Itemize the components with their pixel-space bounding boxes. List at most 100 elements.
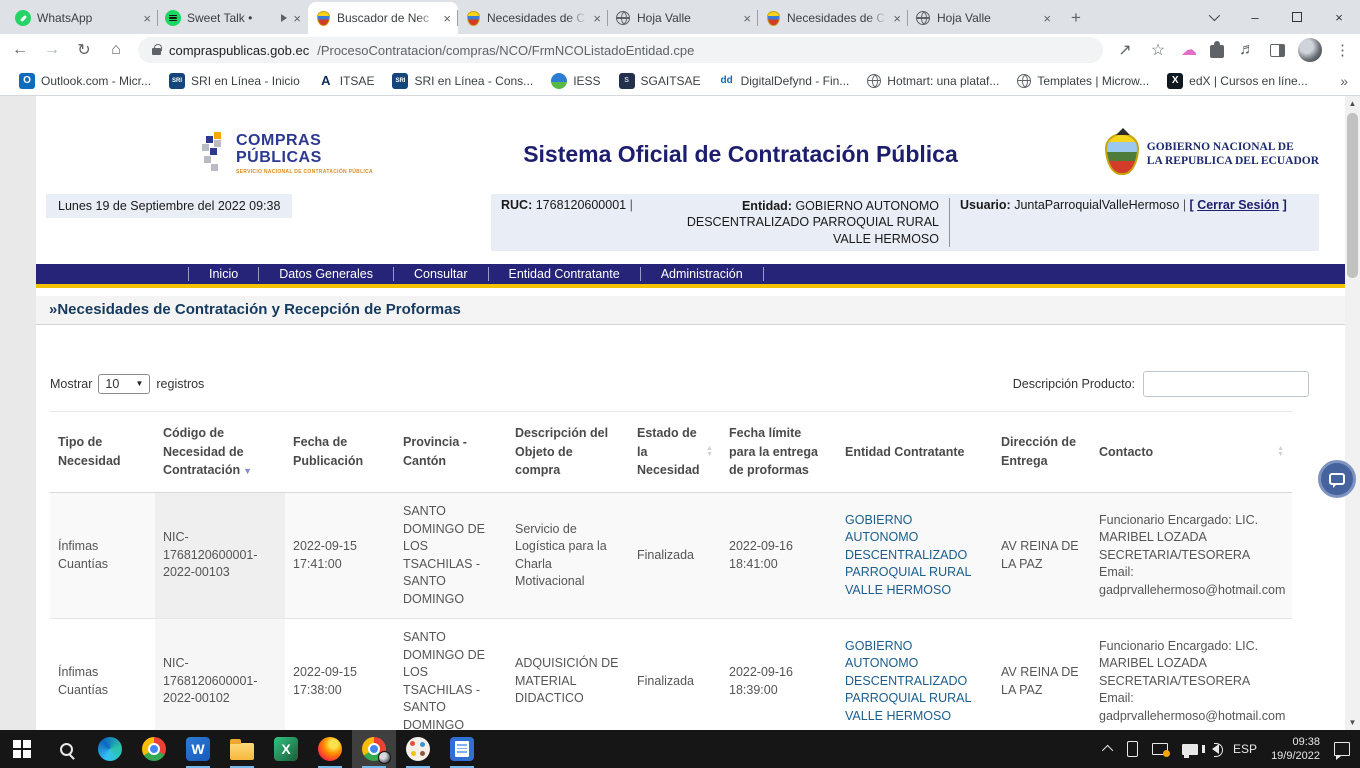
profile-avatar[interactable] [1298, 38, 1322, 62]
bookmark-sgaitsae[interactable]: SSGAITSAE [612, 70, 708, 92]
taskbar-word[interactable]: W [176, 730, 220, 768]
close-icon[interactable]: × [293, 11, 301, 26]
entity-link[interactable]: GOBIERNO AUTONOMO DESCENTRALIZADO PARROQ… [845, 513, 971, 597]
nav-item-entidad-contratante[interactable]: Entidad Contratante [489, 267, 641, 281]
col-contacto[interactable]: Contacto▲▼ [1091, 411, 1292, 492]
media-controls-icon[interactable]: ♬ [1237, 41, 1257, 59]
bookmark-sri-consultas[interactable]: SRISRI en Línea - Cons... [385, 70, 540, 92]
col-fecha-publicacion[interactable]: Fecha de Publicación [285, 411, 395, 492]
taskbar-document-app[interactable] [440, 730, 484, 768]
col-codigo[interactable]: Código de Necesidad de Contratación▼ [155, 411, 285, 492]
taskbar-excel[interactable]: X [264, 730, 308, 768]
col-fecha-limite[interactable]: Fecha límite para la entrega de proforma… [721, 411, 837, 492]
audio-playing-icon [281, 14, 287, 22]
table-header-row: Tipo de Necesidad Código de Necesidad de… [50, 411, 1292, 492]
col-estado-necesidad[interactable]: Estado de la Necesidad▲▼ [629, 411, 721, 492]
col-entidad-contratante[interactable]: Entidad Contratante [837, 411, 993, 492]
tab-hoja-valle-1[interactable]: Hoja Valle × [608, 2, 758, 34]
taskbar-file-explorer[interactable] [220, 730, 264, 768]
action-center-icon[interactable] [1334, 742, 1350, 756]
taskbar-edge[interactable] [88, 730, 132, 768]
product-description-input[interactable] [1143, 371, 1309, 397]
forward-button[interactable]: → [42, 41, 62, 59]
taskbar-paint[interactable] [396, 730, 440, 768]
tab-search-button[interactable] [1192, 0, 1234, 34]
browser-menu-icon[interactable]: ⋮ [1335, 41, 1350, 59]
col-descripcion-objeto[interactable]: Descripción del Objeto de compra [507, 411, 629, 492]
close-icon[interactable]: × [893, 11, 901, 26]
cell-fecha-pub: 2022-09-15 17:41:00 [285, 493, 395, 619]
refresh-button[interactable]: ↻ [74, 40, 94, 60]
close-icon[interactable]: × [1043, 11, 1051, 26]
extension-cloud-icon[interactable]: ☁ [1181, 40, 1197, 60]
bookmark-edx[interactable]: XedX | Cursos en líne... [1160, 70, 1315, 92]
bookmark-star-icon[interactable]: ☆ [1148, 40, 1168, 60]
phone-link-icon[interactable] [1127, 741, 1138, 757]
taskbar-firefox[interactable] [308, 730, 352, 768]
nav-item-administracion[interactable]: Administración [641, 267, 764, 281]
maximize-button[interactable] [1276, 0, 1318, 34]
share-icon[interactable]: ↗ [1115, 40, 1135, 60]
help-widget-button[interactable] [1318, 460, 1356, 498]
col-tipo-necesidad[interactable]: Tipo de Necesidad [50, 411, 155, 492]
language-indicator[interactable]: ESP [1233, 742, 1257, 756]
bookmark-sri-inicio[interactable]: SRISRI en Línea - Inicio [162, 70, 307, 92]
screen-cast-icon[interactable] [1152, 743, 1168, 755]
taskbar-chrome[interactable] [132, 730, 176, 768]
col-direccion-entrega[interactable]: Dirección de Entrega [993, 411, 1091, 492]
back-button[interactable]: ← [10, 41, 30, 59]
taskbar-search-button[interactable] [44, 730, 88, 768]
close-icon[interactable]: × [593, 11, 601, 26]
nav-item-datos-generales[interactable]: Datos Generales [259, 267, 394, 281]
bookmark-iess[interactable]: IESS [544, 70, 607, 92]
tab-spotify[interactable]: Sweet Talk • × [158, 2, 308, 34]
bookmark-digitaldefynd[interactable]: ddDigitalDefynd - Fin... [712, 70, 857, 92]
tray-expand-icon[interactable] [1102, 745, 1113, 756]
col-provincia-canton[interactable]: Provincia - Cantón [395, 411, 507, 492]
home-button[interactable]: ⌂ [106, 41, 126, 59]
tab-hoja-valle-2[interactable]: Hoja Valle × [908, 2, 1058, 34]
bookmark-outlook[interactable]: OOutlook.com - Micr... [12, 70, 158, 92]
bookmark-itsae[interactable]: AITSAE [311, 70, 382, 92]
volume-icon[interactable] [1212, 744, 1219, 754]
close-icon[interactable]: × [143, 11, 151, 26]
page-size-select[interactable]: 10 ▼ [98, 374, 150, 394]
page-title: Sistema Oficial de Contratación Pública [462, 141, 1019, 168]
page-scrollbar[interactable]: ▲ ▼ [1345, 96, 1360, 730]
nav-item-consultar[interactable]: Consultar [394, 267, 489, 281]
start-button[interactable] [0, 730, 44, 768]
page-size-value: 10 [105, 377, 119, 391]
close-icon[interactable]: × [443, 11, 451, 26]
profile-badge-icon [378, 751, 391, 764]
cell-provincia: SANTO DOMINGO DE LOS TSACHILAS - SANTO D… [395, 493, 507, 619]
network-icon[interactable] [1182, 744, 1198, 755]
minimize-button[interactable]: – [1234, 0, 1276, 34]
tab-necesidades-2[interactable]: Necesidades de C × [758, 2, 908, 34]
entity-link[interactable]: GOBIERNO AUTONOMO DESCENTRALIZADO PARROQ… [845, 639, 971, 723]
product-description-label: Descripción Producto: [1013, 377, 1135, 391]
scroll-up-icon[interactable]: ▲ [1345, 96, 1360, 111]
logout-link[interactable]: Cerrar Sesión [1197, 198, 1279, 212]
tab-whatsapp[interactable]: WhatsApp × [8, 2, 158, 34]
breadcrumb-strip: »Necesidades de Contratación y Recepción… [36, 296, 1345, 325]
close-icon[interactable]: × [743, 11, 751, 26]
bookmarks-overflow-icon[interactable]: » [1340, 73, 1348, 89]
bookmark-templates[interactable]: Templates | Microw... [1010, 71, 1156, 91]
clock[interactable]: 09:38 19/9/2022 [1271, 735, 1320, 764]
page-content: COMPRAS PÚBLICAS SERVICIO NACIONAL DE CO… [0, 96, 1360, 730]
extensions-puzzle-icon[interactable] [1210, 45, 1224, 58]
url-bar[interactable]: compraspublicas.gob.ec/ProcesoContrataci… [138, 37, 1103, 63]
scroll-down-icon[interactable]: ▼ [1345, 715, 1360, 730]
taskbar-chrome-profile-active[interactable] [352, 730, 396, 768]
nav-item-inicio[interactable]: Inicio [188, 267, 259, 281]
url-path: /ProcesoContratacion/compras/NCO/FrmNCOL… [317, 43, 694, 58]
new-tab-button[interactable]: + [1062, 4, 1090, 32]
bookmark-label: SRI en Línea - Cons... [414, 74, 533, 88]
tab-necesidades-1[interactable]: Necesidades de C × [458, 2, 608, 34]
window-close-button[interactable]: × [1318, 0, 1360, 34]
scrollbar-thumb[interactable] [1347, 113, 1358, 278]
side-panel-icon[interactable] [1270, 44, 1285, 57]
bookmark-hotmart[interactable]: Hotmart: una plataf... [860, 71, 1006, 91]
tab-buscador-active[interactable]: Buscador de Nec × [308, 2, 458, 34]
logo-text-line2: PÚBLICAS [236, 150, 373, 167]
